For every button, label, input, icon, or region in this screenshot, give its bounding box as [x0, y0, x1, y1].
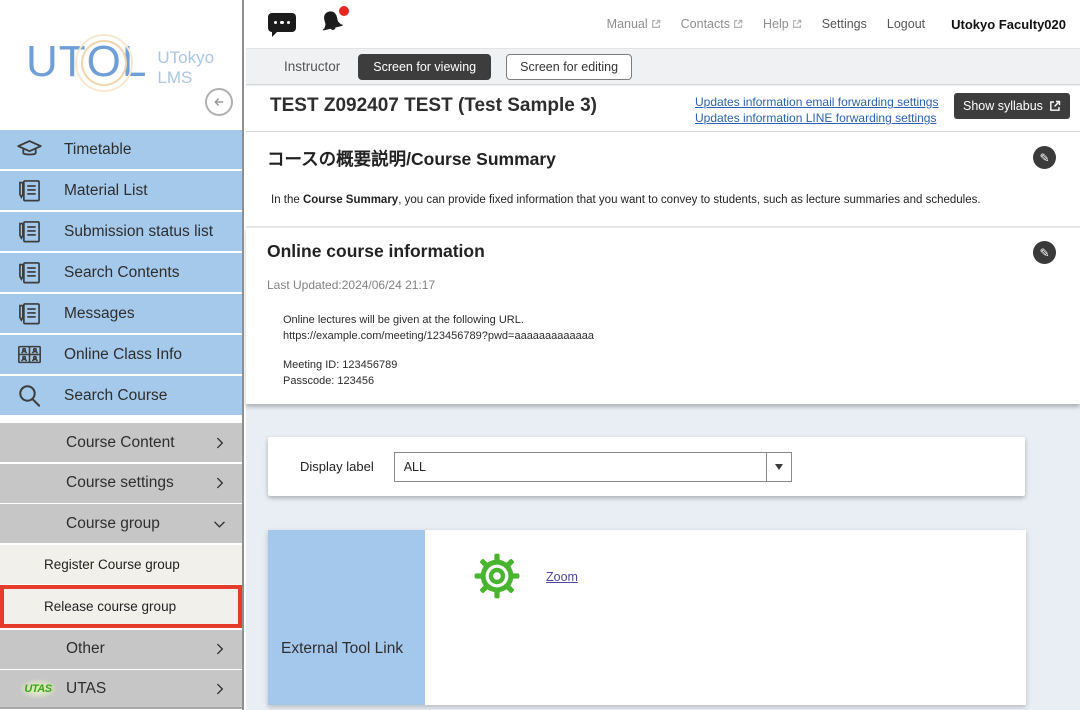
chevron-right-icon — [211, 680, 228, 697]
sidebar-item-material-list[interactable]: Material List — [0, 171, 242, 210]
zoom-tool-link[interactable]: Zoom — [546, 570, 578, 584]
display-label-text: Display label — [300, 459, 374, 474]
external-link-icon — [733, 19, 743, 29]
select-dropdown-arrow[interactable] — [766, 453, 791, 481]
external-tool-panel-label: External Tool Link — [281, 640, 403, 658]
nav-settings-link[interactable]: Settings — [822, 17, 867, 31]
nav-manual-link[interactable]: Manual — [607, 17, 661, 31]
nav-logout-link[interactable]: Logout — [887, 17, 925, 31]
display-label-select[interactable]: ALL — [394, 452, 792, 482]
pencil-icon: ✎ — [1039, 151, 1049, 165]
sidebar: UTOL UTokyo LMS Timetable — [0, 0, 244, 710]
graduation-cap-icon — [16, 136, 43, 163]
chevron-right-icon — [211, 434, 228, 451]
sidebar-group-other[interactable]: Other — [0, 630, 242, 669]
magnifier-icon — [16, 382, 43, 409]
line-forwarding-settings-link[interactable]: Updates information LINE forwarding sett… — [695, 111, 938, 125]
sidebar-collapse-button[interactable] — [205, 88, 233, 116]
chevron-right-icon — [211, 475, 228, 492]
external-link-icon — [651, 19, 661, 29]
logo-subtitle: UTokyo LMS — [157, 48, 214, 87]
gear-icon — [473, 552, 521, 600]
utas-logo-icon: UTAS — [20, 679, 56, 699]
chevron-right-icon — [211, 641, 228, 658]
clipboard-icon — [16, 300, 43, 327]
online-info-line: Online lectures will be given at the fol… — [283, 314, 524, 326]
sidebar-subitem-register-course-group[interactable]: Register Course group — [0, 545, 242, 584]
course-summary-heading: コースの概要説明/Course Summary — [267, 146, 556, 171]
role-label: Instructor — [284, 59, 340, 74]
edit-summary-button[interactable]: ✎ — [1033, 146, 1056, 169]
screen-for-viewing-button[interactable]: Screen for viewing — [358, 54, 491, 80]
passcode-text: Passcode: 123456 — [283, 375, 374, 387]
username: Utokyo Faculty020 — [951, 17, 1066, 32]
display-label-selected-value: ALL — [404, 460, 426, 474]
sidebar-group-utas[interactable]: UTAS UTAS — [0, 670, 242, 709]
class-grid-icon — [16, 341, 43, 368]
arrow-left-icon — [210, 93, 228, 111]
sidebar-item-online-class-info[interactable]: Online Class Info — [0, 335, 242, 374]
pencil-icon: ✎ — [1039, 246, 1049, 260]
external-tool-panel: External Tool Link — [268, 530, 425, 705]
clipboard-icon — [16, 218, 43, 245]
course-summary-description: In the Course Summary, you can provide f… — [271, 194, 981, 206]
external-link-icon — [792, 19, 802, 29]
topbar: Manual Contacts Help Settings Logout Uto… — [246, 0, 1080, 48]
utol-logo-text: UTOL — [26, 40, 147, 87]
clipboard-icon — [16, 177, 43, 204]
sidebar-subitem-release-course-group[interactable]: Release course group — [0, 585, 242, 628]
course-header: TEST Z092407 TEST (Test Sample 3) Update… — [246, 86, 1080, 132]
nav-help-link[interactable]: Help — [763, 17, 802, 31]
screen-for-editing-button[interactable]: Screen for editing — [506, 54, 632, 80]
top-nav: Manual Contacts Help Settings Logout Uto… — [607, 0, 1066, 48]
course-summary-section: コースの概要説明/Course Summary In the Course Su… — [246, 132, 1080, 227]
online-info-heading: Online course information — [267, 241, 485, 262]
triangle-down-icon — [775, 464, 783, 470]
notification-badge — [339, 6, 349, 16]
meeting-url-text: https://example.com/meeting/123456789?pw… — [283, 330, 594, 342]
sidebar-group-course-content[interactable]: Course Content — [0, 423, 242, 462]
chevron-down-icon — [211, 515, 228, 532]
utol-logo: UTOL UTokyo LMS — [26, 40, 214, 87]
email-forwarding-settings-link[interactable]: Updates information email forwarding set… — [695, 95, 938, 109]
messages-bubble-icon[interactable] — [268, 13, 296, 32]
sidebar-item-search-contents[interactable]: Search Contents — [0, 253, 242, 292]
clipboard-icon — [16, 259, 43, 286]
external-tool-content: Zoom — [425, 530, 1026, 705]
sidebar-item-search-course[interactable]: Search Course — [0, 376, 242, 415]
logo-area: UTOL UTokyo LMS — [0, 0, 242, 130]
sidebar-group-course-settings[interactable]: Course settings — [0, 464, 242, 503]
external-tool-row: External Tool Link — [268, 530, 1026, 705]
last-updated-text: Last Updated:2024/06/24 21:17 — [267, 278, 435, 292]
sidebar-item-messages[interactable]: Messages — [0, 294, 242, 333]
nav-contacts-link[interactable]: Contacts — [681, 17, 743, 31]
display-label-card: Display label ALL — [268, 437, 1025, 496]
forwarding-links: Updates information email forwarding set… — [695, 95, 938, 125]
main-area: Manual Contacts Help Settings Logout Uto… — [246, 0, 1080, 710]
course-title: TEST Z092407 TEST (Test Sample 3) — [270, 95, 597, 117]
online-course-info-section: Online course information Last Updated:2… — [246, 228, 1080, 404]
logo-ring-decoration — [81, 40, 127, 86]
external-link-icon — [1049, 100, 1061, 112]
notification-bell-icon[interactable] — [318, 8, 348, 38]
show-syllabus-button[interactable]: Show syllabus — [954, 93, 1070, 119]
meeting-id-text: Meeting ID: 123456789 — [283, 359, 397, 371]
sidebar-group-course-group[interactable]: Course group — [0, 504, 242, 543]
sidebar-item-timetable[interactable]: Timetable — [0, 130, 242, 169]
view-mode-tabstrip: Instructor Screen for viewing Screen for… — [246, 48, 1080, 85]
edit-online-info-button[interactable]: ✎ — [1033, 241, 1056, 264]
sidebar-item-submission-status-list[interactable]: Submission status list — [0, 212, 242, 251]
